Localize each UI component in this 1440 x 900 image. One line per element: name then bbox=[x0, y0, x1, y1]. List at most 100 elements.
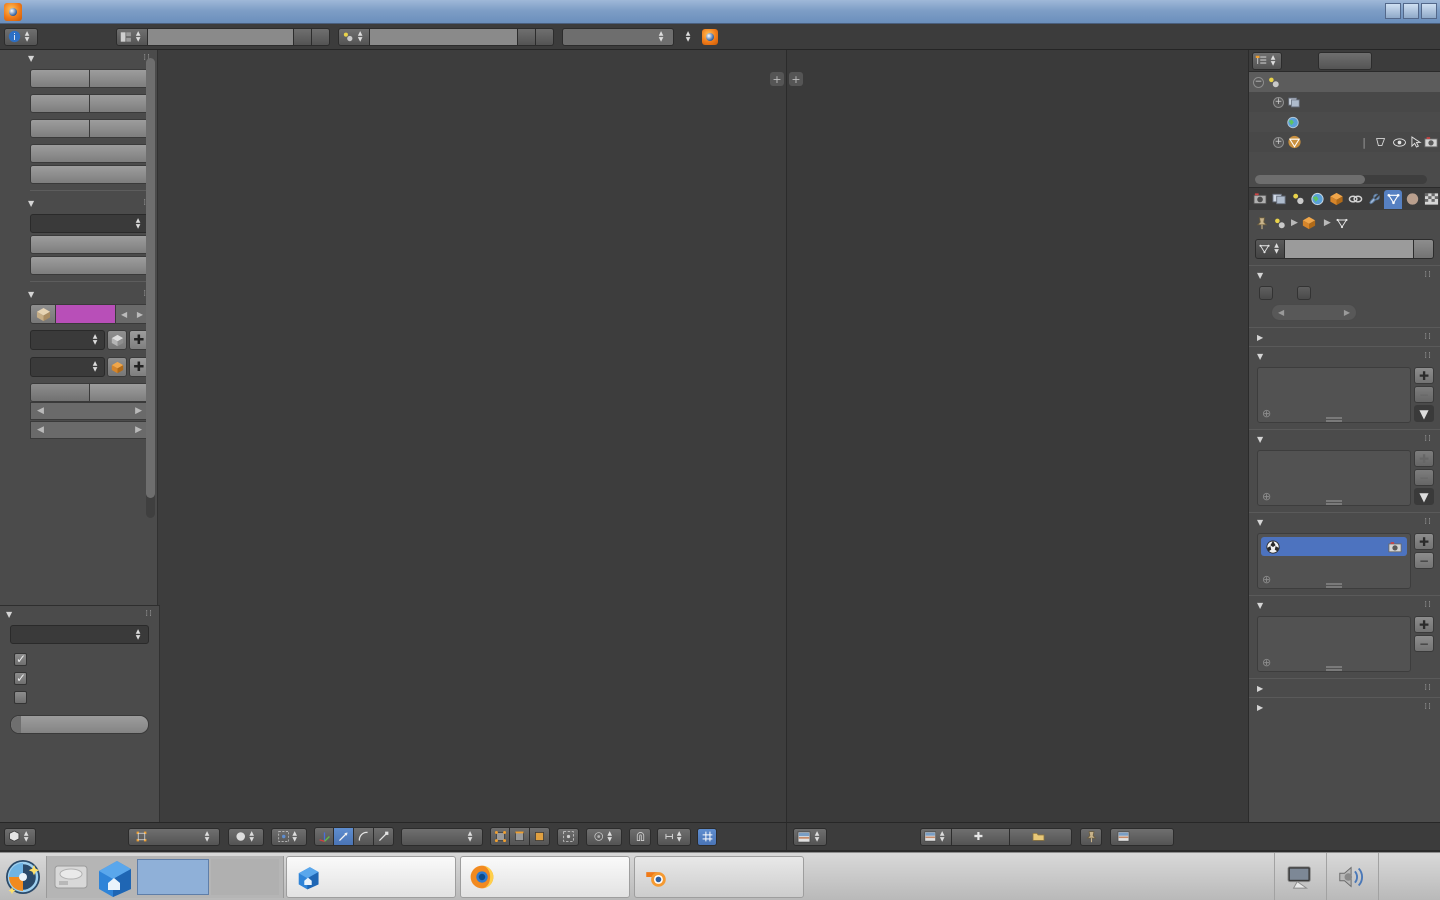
3d-view-editor-type-button[interactable]: ▲ ▼ bbox=[4, 827, 36, 846]
mark-seam-button[interactable] bbox=[30, 235, 149, 254]
pin-image-toggle[interactable] bbox=[1080, 827, 1102, 846]
image-browse-spinner[interactable]: ▲ ▼ bbox=[936, 830, 948, 843]
interaction-mode-spinner[interactable]: ▲ ▼ bbox=[201, 830, 213, 843]
viewport-shading-spinner[interactable]: ▲ ▼ bbox=[246, 830, 257, 843]
list-resize-grip[interactable] bbox=[1326, 666, 1342, 668]
clear-seam-button[interactable] bbox=[30, 256, 149, 275]
tray-display-item[interactable] bbox=[1274, 852, 1326, 900]
toolshelf-scrollbar-thumb[interactable] bbox=[146, 58, 155, 498]
viewport-shading-selector[interactable]: ▲ ▼ bbox=[228, 827, 264, 846]
remove-shape-key-button[interactable]: − bbox=[1414, 469, 1434, 486]
pin-icon[interactable] bbox=[1255, 216, 1269, 230]
get-button[interactable] bbox=[30, 383, 90, 402]
decrement-arrow-icon[interactable]: ◀ bbox=[37, 406, 44, 416]
uv-maps-section-header[interactable]: ▼ ⁞⁞ bbox=[1249, 513, 1440, 531]
faces-smooth-button[interactable] bbox=[30, 69, 90, 88]
yavne-color-swatch[interactable] bbox=[56, 304, 116, 324]
pivot-point-spinner[interactable]: ▲ ▼ bbox=[289, 830, 300, 843]
remove-uv-map-button[interactable]: − bbox=[1414, 552, 1434, 569]
normal-y-field[interactable]: ◀ ▶ bbox=[30, 421, 149, 439]
get-vertex-normal-weight-button[interactable] bbox=[107, 330, 127, 350]
correct-aspect-row[interactable] bbox=[0, 669, 159, 688]
decrement-arrow-icon[interactable]: ◀ bbox=[1278, 308, 1284, 317]
taskbar-item-blender[interactable] bbox=[634, 855, 804, 898]
manipulator-enable-toggle[interactable] bbox=[314, 827, 334, 846]
add-scene-button[interactable] bbox=[518, 27, 536, 46]
edge-select-mode-toggle[interactable] bbox=[510, 827, 530, 846]
collapse-icon[interactable]: − bbox=[1253, 76, 1264, 88]
uv-maps-listbox[interactable]: ⊕ bbox=[1257, 533, 1411, 589]
margin-slider[interactable] bbox=[10, 715, 149, 734]
desktop-switcher-2[interactable] bbox=[211, 858, 279, 895]
render-engine-spinner[interactable]: ▲ ▼ bbox=[655, 30, 667, 43]
outliner-display-mode[interactable] bbox=[1318, 51, 1372, 70]
outliner-row-scene[interactable]: − bbox=[1249, 72, 1440, 92]
snap-magnet-toggle[interactable] bbox=[629, 827, 651, 846]
render-engine-selector[interactable]: ▲ ▼ bbox=[562, 27, 674, 46]
flip-direction-button[interactable] bbox=[30, 165, 149, 184]
tab-scene[interactable] bbox=[1289, 190, 1307, 209]
close-button[interactable] bbox=[1421, 3, 1437, 19]
scene-browse-button[interactable]: ▲ ▼ bbox=[338, 27, 370, 46]
transform-orientation-spinner[interactable]: ▲ ▼ bbox=[464, 830, 476, 843]
editor-type-spinner[interactable]: ▲ ▼ bbox=[21, 30, 33, 43]
tab-texture[interactable] bbox=[1422, 190, 1440, 209]
decrement-arrow-icon[interactable]: ◀ bbox=[37, 425, 44, 435]
unwrap-dropdown-spinner[interactable]: ▲ ▼ bbox=[132, 217, 144, 230]
vertex-groups-list[interactable]: ⊕ ✚ − ▼ bbox=[1257, 367, 1434, 423]
info-scroll-spinner[interactable]: ▲ ▼ bbox=[682, 30, 694, 43]
image-browse-button[interactable]: ▲ ▼ bbox=[920, 827, 952, 846]
tab-modifiers[interactable] bbox=[1365, 190, 1383, 209]
mesh-datablock-browse-button[interactable]: ▲ ▼ bbox=[1255, 239, 1285, 259]
tab-constraints[interactable] bbox=[1346, 190, 1364, 209]
yavne-value-field[interactable]: ◀ ▶ bbox=[116, 304, 149, 324]
mesh-datablock-name[interactable] bbox=[1285, 239, 1414, 259]
expand-icon[interactable]: + bbox=[1273, 96, 1284, 108]
use-subsurf-row[interactable] bbox=[0, 688, 159, 707]
tab-render[interactable] bbox=[1251, 190, 1269, 209]
scale-manipulator-toggle[interactable] bbox=[374, 827, 394, 846]
yavne-panel-header[interactable]: ▼ ⁞⁞ bbox=[22, 286, 157, 302]
uv-editor-type-spinner[interactable]: ▲ ▼ bbox=[811, 830, 823, 843]
shape-keys-list[interactable]: ⊕ ✚ − ▼ bbox=[1257, 450, 1434, 506]
snap-element-spinner[interactable]: ▲ ▼ bbox=[674, 830, 684, 843]
add-screen-layout-button[interactable] bbox=[294, 27, 312, 46]
translate-manipulator-toggle[interactable] bbox=[334, 827, 354, 846]
outliner-row-renderlayers[interactable]: + bbox=[1249, 92, 1440, 112]
uv-map-list-item[interactable] bbox=[1261, 537, 1407, 556]
cursor-arrow-icon[interactable] bbox=[1411, 136, 1422, 148]
vertex-select-mode-toggle[interactable] bbox=[490, 827, 510, 846]
remove-vertex-group-button[interactable]: − bbox=[1414, 386, 1434, 403]
vertex-normal-weight-dropdown[interactable]: ▲ ▼ bbox=[30, 330, 105, 350]
image-view-mode-button[interactable] bbox=[1110, 827, 1174, 846]
screen-layout-name[interactable] bbox=[148, 27, 294, 46]
set-button[interactable] bbox=[90, 383, 149, 402]
remove-vertex-color-button[interactable]: − bbox=[1414, 635, 1434, 652]
new-image-button[interactable]: ✚ bbox=[952, 827, 1010, 846]
info-editor-type-button[interactable]: i ▲ ▼ bbox=[4, 27, 38, 46]
normals-section-header[interactable]: ▼ ⁞⁞ bbox=[1249, 266, 1440, 284]
increment-arrow-icon[interactable]: ▶ bbox=[137, 310, 143, 319]
expand-list-icon[interactable]: ⊕ bbox=[1262, 407, 1271, 420]
add-shape-key-button[interactable]: ✚ bbox=[1414, 450, 1434, 467]
auto-smooth-checkbox[interactable] bbox=[1259, 286, 1273, 300]
list-resize-grip[interactable] bbox=[1326, 583, 1342, 585]
outliner-horizontal-scrollbar[interactable] bbox=[1255, 175, 1427, 184]
expand-list-icon[interactable]: ⊕ bbox=[1262, 656, 1271, 669]
pivot-point-selector[interactable]: ▲ ▼ bbox=[271, 827, 307, 846]
uvs-panel-header[interactable]: ▼ ⁞⁞ bbox=[22, 195, 157, 211]
edges-smooth-button[interactable] bbox=[30, 94, 90, 113]
mesh-data-icon[interactable] bbox=[1374, 136, 1388, 148]
vertex-group-specials-button[interactable]: ▼ bbox=[1414, 405, 1434, 422]
toolshelf-scrollbar[interactable] bbox=[146, 58, 155, 518]
fill-holes-row[interactable] bbox=[0, 650, 159, 669]
snap-element-selector[interactable]: ▲ ▼ bbox=[657, 827, 691, 846]
open-image-button[interactable] bbox=[1010, 827, 1072, 846]
outliner-editor[interactable]: ▲ ▼ − + + | bbox=[1248, 50, 1440, 187]
viewport-toolshelf-toggle[interactable]: + bbox=[770, 72, 784, 86]
add-vertex-group-button[interactable]: ✚ bbox=[1414, 367, 1434, 384]
method-dropdown[interactable]: ▲ ▼ bbox=[10, 625, 149, 644]
proportional-edit-selector[interactable]: ▲ ▼ bbox=[586, 827, 622, 846]
increment-arrow-icon[interactable]: ▶ bbox=[1344, 308, 1350, 317]
shape-keys-section-header[interactable]: ▼ ⁞⁞ bbox=[1249, 430, 1440, 448]
